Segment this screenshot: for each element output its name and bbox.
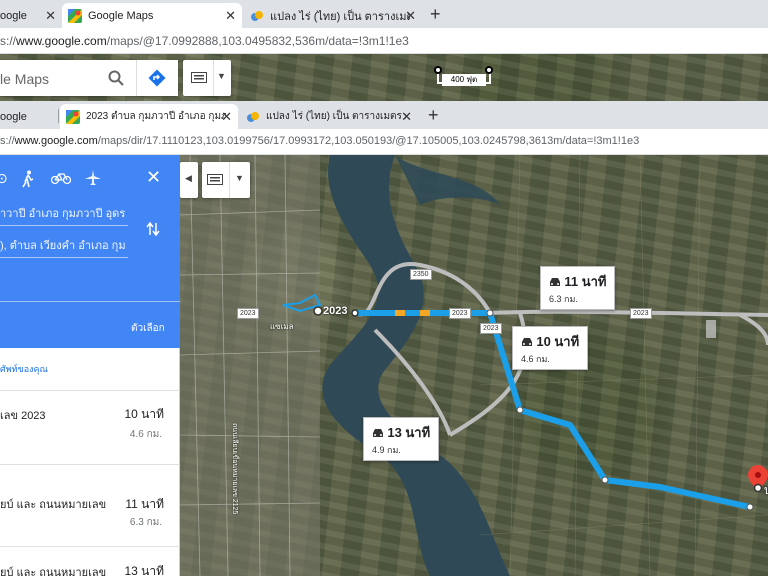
front-tab-converter[interactable]: แปลง ไร่ (ไทย) เป็น ตารางเมตร (ตร.ม.) ✕ [240,104,418,129]
directions-icon[interactable] [148,69,166,87]
chevron-down-icon: ▼ [235,173,244,183]
back-keyboard-button[interactable]: ▼ [183,60,231,96]
url-host: www.google.com [14,135,98,147]
route-time: 10 นาที [536,334,580,349]
car-icon [373,429,383,437]
scale-handle[interactable] [434,66,442,74]
car-icon [522,338,532,346]
routes-list: ศัพท์ของคุณ เลข 2023 10 นาที 4.6 กม. ยบ์… [0,348,180,579]
route-option[interactable]: ยบ์ และ ถนนหมายเลข 11 นาที 6.3 กม. [0,464,180,546]
back-tab-converter[interactable]: แปลง ไร่ (ไทย) เป็น ตารางเมตร (ตร.ม.) ✕ [244,3,422,28]
destination-label: บ [764,483,768,497]
cloud-icon [247,111,259,122]
options-button[interactable]: ตัวเลือก [131,321,165,336]
route-time: 11 นาที [125,497,164,511]
swap-icon[interactable] [146,221,160,237]
url-prefix: s:// [0,135,15,147]
route-distance: 4.6 กม. [129,429,162,440]
back-tab-google[interactable]: oogle ✕ [0,3,62,28]
route-name: ยบ์ และ ถนนหมายเลข [0,567,107,579]
maps-icon [66,109,80,124]
destination-field[interactable]: ), ตำบล เวียงคำ อำเภอ กุม [0,236,128,258]
back-search-box[interactable]: le Maps [0,60,178,96]
tab-label: oogle [0,110,27,123]
url-prefix: s:// [0,34,17,48]
route-time: 13 นาที [387,425,431,440]
back-address-bar[interactable]: s://www.google.com/maps/@17.0992888,103.… [0,28,768,54]
road-sign: 2350 [410,269,432,280]
close-icon[interactable]: ✕ [45,8,56,24]
details-link[interactable]: ศัพท์ของคุณ [0,362,48,376]
chevron-left-icon: ◀ [185,173,192,183]
route-option[interactable]: เลข 2023 10 นาที 4.6 กม. [0,390,180,464]
close-icon[interactable]: ✕ [401,109,412,125]
road-sign: 2023 [449,308,471,319]
map-view[interactable]: 2350 2023 2023 2023 2023 2023 แซเมล ถนนเ… [180,155,768,576]
url-host: www.google.com [16,34,107,48]
route-bubble-alt2[interactable]: 13 นาที 4.9 กม. [363,417,440,461]
front-tab-google[interactable]: oogle [0,104,58,129]
car-icon [550,278,560,286]
destination-text: ), ตำบล เวียงคำ อำเภอ กุม [0,240,126,252]
route-time: 10 นาที [124,407,164,421]
chevron-down-icon: ▼ [217,71,226,81]
scale-handle[interactable] [485,66,493,74]
front-tab-directions[interactable]: 2023 ตำบล กุมภวาปี อำเภอ กุมภวาปี อุ ✕ [60,104,238,129]
route-bubble-alt1[interactable]: 11 นาที 6.3 กม. [540,266,616,310]
tab-label: แปลง ไร่ (ไทย) เป็น ตารางเมตร (ตร.ม.) [270,10,410,23]
url-path: /maps/@17.0992888,103.0495832,536m/data=… [106,34,409,48]
new-tab-icon[interactable]: + [430,4,441,25]
origin-text: าวาปี อำเภอ กุมภวาปี อุดร [0,208,126,220]
maps-icon [68,8,82,23]
route-distance: 4.9 กม. [372,445,401,455]
road-label: ถนนเลียบเขื่อนหมายเลข 2125 [231,423,238,515]
route-option[interactable]: ยบ์ และ ถนนหมายเลข 13 นาที [0,546,180,579]
tab-label: 2023 ตำบล กุมภวาปี อำเภอ กุมภวาปี อุ [86,111,226,122]
collapse-panel-button[interactable]: ◀ [180,162,198,198]
place-label: 2023 [323,305,348,317]
route-name: ยบ์ และ ถนนหมายเลข [0,499,107,511]
search-placeholder: le Maps [0,71,50,87]
flight-icon[interactable] [84,169,102,187]
search-icon[interactable] [108,70,124,86]
tab-label: Google Maps [88,9,154,22]
front-tab-strip: oogle 2023 ตำบล กุมภวาปี อำเภอ กุมภวาปี … [0,101,768,129]
origin-field[interactable]: าวาปี อำเภอ กุมภวาปี อุดร [0,204,128,226]
close-icon[interactable]: ✕ [146,167,161,188]
close-icon[interactable]: ✕ [221,109,232,125]
url-path: /maps/dir/17.1110123,103.0199756/17.0993… [97,135,640,147]
route-distance: 6.3 กม. [129,517,162,528]
front-address-bar[interactable]: s://www.google.com/maps/dir/17.1110123,1… [0,129,768,155]
road-sign: 2023 [630,308,652,319]
close-icon[interactable]: ✕ [405,8,416,24]
directions-panel-header: ⊙ ✕ าวาปี อำเภอ กุมภวาปี อุดร ), ตำบล เว… [0,155,180,348]
route-bubble-primary[interactable]: 10 นาที 4.6 กม. [512,326,589,370]
town-label: แซเมล [270,322,294,331]
close-icon[interactable]: ✕ [225,8,236,24]
route-distance: 6.3 กม. [549,294,578,304]
road-sign: 2023 [237,308,259,319]
road-sign: 2023 [480,323,502,334]
route-distance: 4.6 กม. [521,354,550,364]
keyboard-icon [207,174,223,185]
transit-icon[interactable]: ⊙ [0,170,8,187]
keyboard-button[interactable]: ▼ [202,162,250,198]
cloud-icon [251,10,263,21]
route-time: 11 นาที [564,274,607,289]
back-tab-strip: oogle ✕ Google Maps ✕ แปลง ไร่ (ไทย) เป็… [0,0,768,28]
route-name: เลข 2023 [0,410,46,422]
route-time: 13 นาที [124,564,164,578]
tab-label: แปลง ไร่ (ไทย) เป็น ตารางเมตร (ตร.ม.) [266,111,406,122]
keyboard-icon [191,72,207,83]
map-overlay [180,155,768,576]
scale-label: 400 ฟุต [442,74,486,86]
back-tab-google-maps[interactable]: Google Maps ✕ [62,3,242,28]
bicycle-icon[interactable] [51,171,71,185]
walking-icon[interactable] [20,170,36,188]
tab-label: oogle [0,9,27,22]
new-tab-icon[interactable]: + [428,105,439,126]
